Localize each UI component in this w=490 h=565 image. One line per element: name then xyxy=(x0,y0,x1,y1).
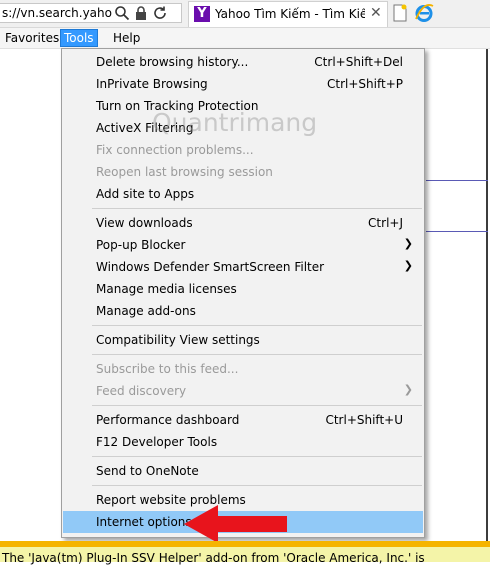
red-arrow-icon xyxy=(184,505,287,543)
menu-item-feed-discovery: Feed discovery ❯ xyxy=(63,380,423,402)
search-icon[interactable] xyxy=(114,5,130,21)
menu-item-compatibility-view[interactable]: Compatibility View settings xyxy=(63,329,423,351)
refresh-icon[interactable] xyxy=(152,5,168,21)
menu-item-inprivate[interactable]: InPrivate Browsing Ctrl+Shift+P xyxy=(63,73,423,95)
menu-separator xyxy=(92,456,422,457)
menu-item-shortcut: Ctrl+Shift+Del xyxy=(314,55,403,69)
menu-tools[interactable]: Tools xyxy=(60,29,98,47)
chevron-right-icon: ❯ xyxy=(403,259,413,272)
address-bar[interactable]: s://vn.search.yaho... xyxy=(0,3,182,23)
menu-item-label: Fix connection problems... xyxy=(96,143,254,157)
menu-favorites[interactable]: Favorites xyxy=(2,30,62,46)
menu-item-shortcut: Ctrl+Shift+U xyxy=(325,413,403,427)
menu-item-add-site-to-apps[interactable]: Add site to Apps xyxy=(63,183,423,205)
menu-separator xyxy=(92,325,422,326)
menu-item-label: Pop-up Blocker xyxy=(96,238,186,252)
menu-item-label: Subscribe to this feed... xyxy=(96,362,239,376)
menu-item-shortcut: Ctrl+Shift+P xyxy=(327,77,403,91)
menu-item-send-to-onenote[interactable]: Send to OneNote xyxy=(63,460,423,482)
menu-bar: Favorites Tools Help xyxy=(0,28,490,49)
browser-toolbar: s://vn.search.yaho... Y Yahoo Tìm Kiếm -… xyxy=(0,0,490,28)
notification-text: The 'Java(tm) Plug-In SSV Helper' add-on… xyxy=(2,551,425,565)
menu-item-manage-addons[interactable]: Manage add-ons xyxy=(63,300,423,322)
menu-item-fix-connection: Fix connection problems... xyxy=(63,139,423,161)
menu-separator xyxy=(92,208,422,209)
menu-item-label: Manage add-ons xyxy=(96,304,196,318)
menu-item-label: View downloads xyxy=(96,216,193,230)
lock-icon[interactable] xyxy=(133,5,149,21)
menu-item-label: Performance dashboard xyxy=(96,413,240,427)
menu-help[interactable]: Help xyxy=(110,30,143,46)
watermark-logo: Quantrimang xyxy=(152,108,318,137)
new-tab-icon[interactable] xyxy=(392,4,408,22)
menu-item-label: Manage media licenses xyxy=(96,282,237,296)
menu-item-label: Compatibility View settings xyxy=(96,333,260,347)
menu-item-label: InPrivate Browsing xyxy=(96,77,208,91)
menu-item-label: Add site to Apps xyxy=(96,187,195,201)
menu-item-performance-dashboard[interactable]: Performance dashboard Ctrl+Shift+U xyxy=(63,409,423,431)
menu-separator xyxy=(92,485,422,486)
menu-item-reopen-session: Reopen last browsing session xyxy=(63,161,423,183)
tab-yahoo[interactable]: Y Yahoo Tìm Kiếm - Tìm Kiế... ✕ xyxy=(188,1,388,27)
address-url[interactable]: s://vn.search.yaho... xyxy=(2,6,112,20)
menu-item-label: Internet options xyxy=(96,515,192,529)
chevron-right-icon: ❯ xyxy=(403,383,413,396)
menu-item-label: F12 Developer Tools xyxy=(96,435,218,449)
notification-bar: The 'Java(tm) Plug-In SSV Helper' add-on… xyxy=(0,541,490,565)
menu-item-shortcut: Ctrl+J xyxy=(368,216,403,230)
menu-item-smartscreen[interactable]: Windows Defender SmartScreen Filter ❯ xyxy=(63,256,423,278)
menu-item-f12-tools[interactable]: F12 Developer Tools xyxy=(63,431,423,453)
menu-item-label: Windows Defender SmartScreen Filter xyxy=(96,260,325,274)
menu-item-view-downloads[interactable]: View downloads Ctrl+J xyxy=(63,212,423,234)
menu-separator xyxy=(92,405,422,406)
menu-item-delete-history[interactable]: Delete browsing history... Ctrl+Shift+De… xyxy=(63,51,423,73)
yahoo-favicon-icon: Y xyxy=(194,6,210,22)
menu-item-popup-blocker[interactable]: Pop-up Blocker ❯ xyxy=(63,234,423,256)
menu-item-label: Delete browsing history... xyxy=(96,55,249,69)
menu-separator xyxy=(92,354,422,355)
tab-title: Yahoo Tìm Kiếm - Tìm Kiế... xyxy=(215,7,365,21)
close-tab-icon[interactable]: ✕ xyxy=(370,5,382,21)
menu-item-label: Feed discovery xyxy=(96,384,187,398)
menu-item-media-licenses[interactable]: Manage media licenses xyxy=(63,278,423,300)
page-divider xyxy=(426,180,488,181)
ie-logo-icon[interactable] xyxy=(414,3,434,23)
menu-item-label: Reopen last browsing session xyxy=(96,165,273,179)
page-divider xyxy=(426,231,488,232)
menu-item-label: Send to OneNote xyxy=(96,464,199,478)
chevron-right-icon: ❯ xyxy=(403,237,413,250)
menu-item-subscribe-feed: Subscribe to this feed... xyxy=(63,358,423,380)
